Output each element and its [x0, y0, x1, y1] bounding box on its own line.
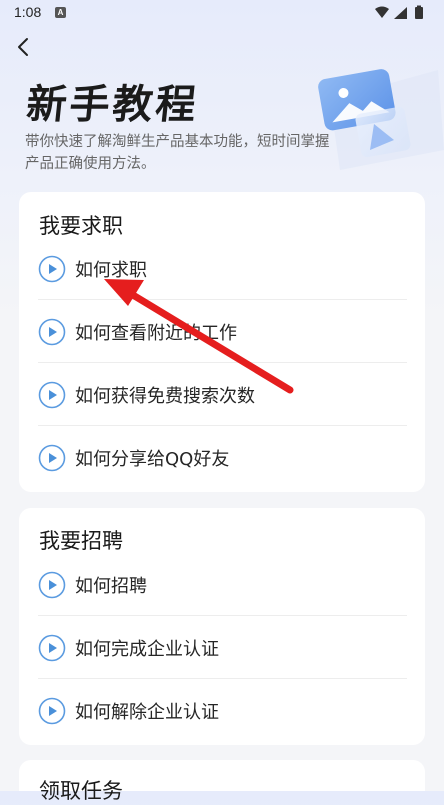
status-bar: 1:08 A — [0, 0, 444, 26]
tutorial-item-label: 如何完成企业认证 — [75, 638, 219, 660]
tutorial-item[interactable]: 如何获得免费搜索次数 — [38, 363, 407, 426]
play-circle-icon — [38, 697, 66, 724]
section-title: 我要招聘 — [39, 529, 123, 553]
tutorial-item[interactable]: 如何分享给QQ好友 — [38, 426, 407, 489]
chevron-left-icon — [18, 38, 28, 56]
notification-a-icon: A — [55, 7, 66, 18]
tutorial-item[interactable]: 如何完成企业认证 — [38, 616, 407, 679]
tutorial-item-label: 如何分享给QQ好友 — [75, 448, 230, 470]
section-title: 领取任务 — [39, 779, 123, 803]
tutorial-item-label: 如何招聘 — [75, 575, 147, 597]
tutorial-item-label: 如何获得免费搜索次数 — [75, 385, 255, 407]
play-circle-icon — [38, 318, 66, 345]
play-circle-icon — [38, 444, 66, 471]
section-card-job-seeking: 我要求职 如何求职 如何查看附近的工作 如何获得免费搜索次数 如何分享给QQ好友 — [19, 192, 425, 492]
battery-icon — [415, 5, 423, 19]
tutorial-item-label: 如何求职 — [75, 259, 147, 281]
status-indicators — [374, 5, 432, 21]
status-time: 1:08 — [14, 4, 42, 20]
tutorial-item-label: 如何查看附近的工作 — [75, 322, 237, 344]
page-subtitle: 带你快速了解淘鲜生产品基本功能，短时间掌握产品正确使用方法。 — [25, 134, 330, 172]
play-circle-icon — [38, 634, 66, 661]
wifi-icon — [375, 6, 389, 18]
tutorial-item[interactable]: 如何求职 — [38, 237, 407, 300]
section-title: 我要求职 — [39, 214, 123, 238]
play-circle-icon — [38, 255, 66, 282]
tutorial-item[interactable]: 如何招聘 — [38, 553, 407, 616]
tutorial-item-label: 如何解除企业认证 — [75, 701, 219, 723]
page-title: 新手教程 — [24, 82, 202, 128]
section-card-tasks: 领取任务 — [19, 760, 425, 803]
tutorial-item[interactable]: 如何查看附近的工作 — [38, 300, 407, 363]
tutorial-item[interactable]: 如何解除企业认证 — [38, 679, 407, 742]
signal-icon — [394, 7, 407, 19]
back-button[interactable] — [10, 34, 36, 60]
play-circle-icon — [38, 381, 66, 408]
play-circle-icon — [38, 571, 66, 598]
section-card-recruiting: 我要招聘 如何招聘 如何完成企业认证 如何解除企业认证 — [19, 508, 425, 745]
